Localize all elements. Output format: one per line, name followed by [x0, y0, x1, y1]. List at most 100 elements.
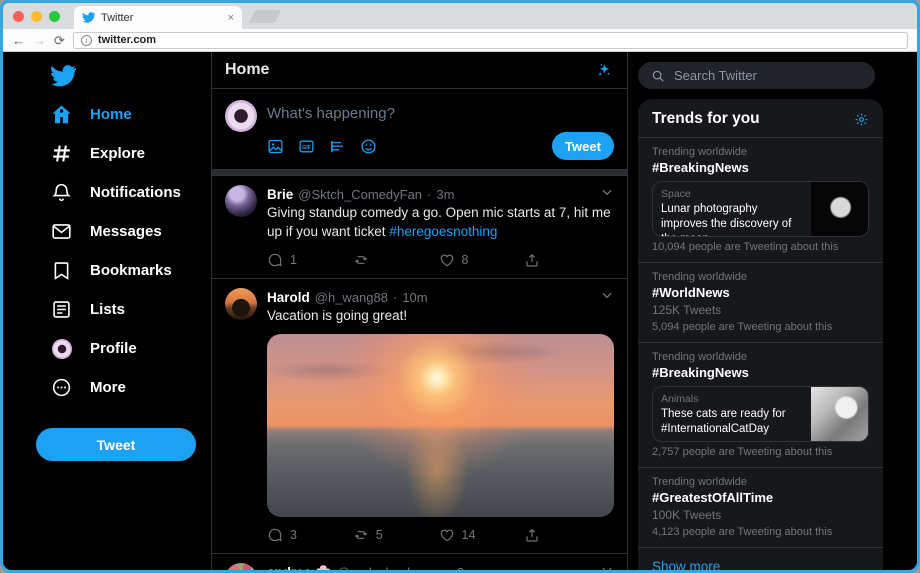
poll-icon[interactable]	[329, 138, 346, 155]
reply-icon	[267, 527, 283, 543]
site-info-icon[interactable]: i	[80, 34, 92, 46]
avatar[interactable]	[225, 562, 257, 570]
sidebar-item-notifications[interactable]: Notifications	[3, 173, 211, 212]
feed-divider	[212, 169, 627, 176]
sidebar-item-label: Lists	[90, 301, 126, 318]
trend-item[interactable]: Trending worldwide #BreakingNews Space L…	[638, 137, 883, 262]
retweet-button[interactable]: 5	[353, 527, 439, 543]
tweet-author[interactable]: Brie	[267, 187, 293, 202]
tweet-hashtag[interactable]: #heregoesnothing	[389, 224, 497, 239]
minimize-window-button[interactable]	[31, 11, 42, 22]
trend-meta: 4,123 people are Tweeting about this	[652, 526, 833, 538]
trend-tweet-count: 125K Tweets	[652, 303, 722, 317]
trends-title: Trends for you	[652, 110, 760, 127]
tweet-brie[interactable]: Brie @Sktch_ComedyFan · 3m Giving standu…	[212, 176, 627, 279]
right-sidebar: Trends for you Trending worldwide #Break…	[628, 52, 917, 570]
tweet-text: Giving standup comedy a go. Open mic sta…	[267, 204, 614, 242]
tweet-author[interactable]: Harold	[267, 290, 310, 305]
sidebar-item-label: Explore	[90, 145, 146, 162]
zoom-window-button[interactable]	[49, 11, 60, 22]
trend-item[interactable]: Trending worldwide #GreatestOfAllTime 10…	[638, 467, 883, 547]
tweet-handle[interactable]: @h_wang88	[315, 290, 388, 305]
chevron-down-icon[interactable]	[600, 185, 614, 199]
tab-title: Twitter	[101, 11, 134, 24]
forward-button[interactable]: →	[33, 34, 46, 47]
emoji-icon[interactable]	[360, 138, 377, 155]
reply-button[interactable]: 1	[267, 252, 353, 268]
twitter-app: Home Explore Notifications Messages Book…	[3, 52, 917, 570]
retweet-icon	[353, 527, 369, 543]
reply-button[interactable]: 3	[267, 527, 353, 543]
compose-toolbar: GIF	[267, 138, 552, 155]
chevron-down-icon[interactable]	[600, 563, 614, 570]
sidebar-item-profile[interactable]: Profile	[3, 329, 211, 368]
separator: ·	[427, 187, 432, 202]
heart-icon	[439, 252, 455, 268]
feed-header: Home	[212, 52, 627, 89]
trend-preview-card[interactable]: Animals These cats are ready for #Intern…	[652, 386, 869, 442]
trend-tag[interactable]: #BreakingNews	[652, 160, 869, 175]
show-more-link[interactable]: Show more	[638, 547, 883, 570]
tweet-andrea[interactable]: andrea 🌸 @andy_landerson · 3m How many l…	[212, 554, 627, 570]
trend-meta: 5,094 people are Tweeting about this	[652, 321, 833, 333]
close-window-button[interactable]	[13, 11, 24, 22]
sidebar-item-home[interactable]: Home	[3, 95, 211, 134]
share-button[interactable]	[524, 527, 610, 543]
trend-meta: 2,757 people are Tweeting about this	[652, 446, 833, 458]
top-tweets-sparkle-icon[interactable]	[595, 61, 614, 80]
sidebar-item-label: Notifications	[90, 184, 181, 201]
tweet-actions: 3 5 14	[267, 527, 610, 543]
retweet-button[interactable]	[353, 252, 439, 268]
compose-tweet-button[interactable]: Tweet	[552, 132, 614, 160]
trend-description: Lunar photography improves the discovery…	[661, 203, 792, 236]
sidebar-item-lists[interactable]: Lists	[3, 290, 211, 329]
tweet-harold[interactable]: Harold @h_wang88 · 10m Vacation is going…	[212, 279, 627, 554]
reload-button[interactable]: ⟳	[54, 34, 65, 47]
search-bar[interactable]	[638, 62, 875, 89]
close-tab-icon[interactable]: ×	[228, 12, 234, 24]
compose-input[interactable]: What's happening?	[267, 105, 614, 122]
back-button[interactable]: ←	[12, 34, 25, 47]
tweet-photo-sunset[interactable]	[267, 333, 614, 517]
sidebar-item-messages[interactable]: Messages	[3, 212, 211, 251]
avatar[interactable]	[225, 287, 257, 320]
trend-item[interactable]: Trending worldwide #BreakingNews Animals…	[638, 342, 883, 467]
share-button[interactable]	[524, 252, 610, 268]
avatar[interactable]	[225, 185, 257, 217]
left-sidebar: Home Explore Notifications Messages Book…	[3, 52, 211, 570]
gear-icon[interactable]	[854, 112, 869, 127]
trend-preview-card[interactable]: Space Lunar photography improves the dis…	[652, 181, 869, 237]
new-tab-button[interactable]	[248, 10, 282, 23]
search-input[interactable]	[674, 68, 844, 83]
trend-item[interactable]: Trending worldwide #WorldNews 125K Tweet…	[638, 262, 883, 342]
tweet-button[interactable]: Tweet	[36, 428, 196, 461]
trend-tag[interactable]: #BreakingNews	[652, 365, 869, 380]
trend-tag[interactable]: #GreatestOfAllTime	[652, 490, 869, 505]
gif-icon[interactable]: GIF	[298, 138, 315, 155]
like-button[interactable]: 8	[439, 252, 525, 268]
image-icon[interactable]	[267, 138, 284, 155]
like-button[interactable]: 14	[439, 527, 525, 543]
trends-card: Trends for you Trending worldwide #Break…	[638, 99, 883, 570]
retweet-count: 5	[375, 527, 383, 542]
browser-tab[interactable]: Twitter ×	[74, 6, 242, 29]
trend-category: Space	[661, 188, 691, 200]
address-bar[interactable]: i twitter.com	[72, 31, 908, 49]
trend-tag[interactable]: #WorldNews	[652, 285, 869, 300]
tweet-handle[interactable]: @andy_landerson	[337, 565, 443, 570]
trend-context: Trending worldwide	[652, 271, 747, 283]
user-avatar[interactable]	[225, 100, 257, 132]
like-count: 14	[461, 527, 476, 542]
twitter-logo-icon[interactable]	[50, 63, 211, 89]
chevron-down-icon[interactable]	[600, 288, 614, 302]
hashtag-icon	[51, 143, 72, 164]
sidebar-item-explore[interactable]: Explore	[3, 134, 211, 173]
cat-thumbnail	[811, 387, 868, 441]
sidebar-item-more[interactable]: More	[3, 368, 211, 407]
tweet-handle[interactable]: @Sktch_ComedyFan	[298, 187, 422, 202]
profile-avatar	[51, 338, 72, 359]
reply-icon	[267, 252, 283, 268]
tweet-author[interactable]: andrea 🌸	[267, 565, 332, 570]
reply-count: 3	[290, 527, 297, 542]
sidebar-item-bookmarks[interactable]: Bookmarks	[3, 251, 211, 290]
